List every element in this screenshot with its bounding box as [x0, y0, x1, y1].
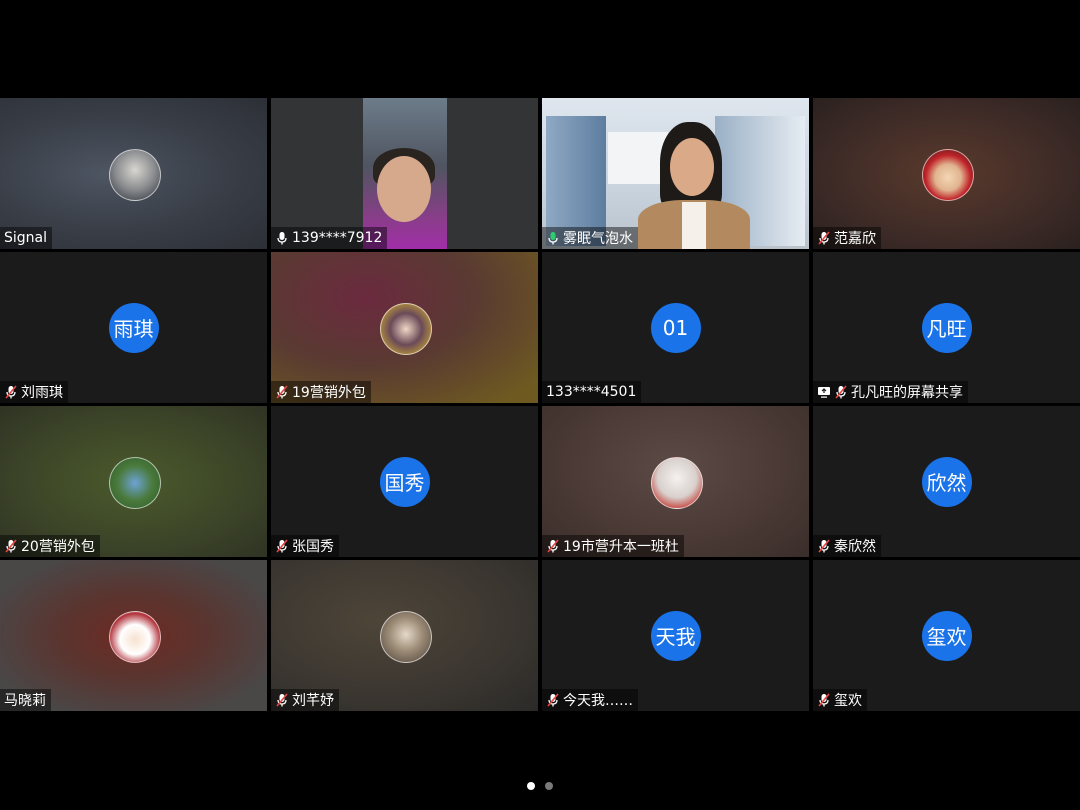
- participant-name: 20营销外包: [21, 539, 95, 555]
- page-dot[interactable]: [527, 782, 535, 790]
- mic-muted-icon: [275, 693, 289, 707]
- mic-muted-icon: [4, 539, 18, 553]
- participant-name: 范嘉欣: [834, 231, 876, 247]
- participant-name-bar: 刘芊妤: [271, 689, 339, 711]
- doll-avatar: [650, 456, 703, 509]
- participant-tile[interactable]: 凡旺孔凡旺的屏幕共享: [813, 252, 1080, 403]
- participant-tile[interactable]: 马晓莉: [0, 560, 267, 711]
- participant-name: 张国秀: [292, 539, 334, 555]
- mic-icon: [546, 231, 560, 245]
- participant-name: Signal: [4, 230, 48, 246]
- participant-name: 孔凡旺的屏幕共享: [851, 385, 963, 401]
- participant-name-bar: 马晓莉: [0, 689, 51, 711]
- page-indicator[interactable]: [0, 782, 1080, 792]
- participant-name-bar: 范嘉欣: [813, 227, 881, 249]
- avatar: 天我: [650, 610, 701, 661]
- participant-name: 刘雨琪: [21, 385, 63, 401]
- participant-name-bar: 20营销外包: [0, 535, 100, 557]
- participant-name: 雾眠气泡水: [563, 231, 633, 247]
- avatar: 01: [650, 302, 701, 353]
- participant-name-bar: 刘雨琪: [0, 381, 68, 403]
- mic-muted-icon: [834, 385, 848, 399]
- cartoon-avatar: [921, 148, 974, 201]
- mic-muted-icon: [817, 231, 831, 245]
- screen-share-icon: [817, 385, 831, 399]
- mic-muted-icon: [4, 385, 18, 399]
- participant-tile[interactable]: Signal: [0, 98, 267, 249]
- participant-tile[interactable]: 139****7912: [271, 98, 538, 249]
- participant-name-bar: 孔凡旺的屏幕共享: [813, 381, 968, 403]
- participant-tile[interactable]: 玺欢 玺欢: [813, 560, 1080, 711]
- participant-tile[interactable]: 01 133****4501: [542, 252, 809, 403]
- participant-name-bar: 玺欢: [813, 689, 867, 711]
- mic-icon: [275, 231, 289, 245]
- mic-muted-icon: [275, 385, 289, 399]
- participant-name-bar: 雾眠气泡水: [542, 227, 638, 249]
- mic-muted-icon: [275, 539, 289, 553]
- participant-grid: Signal 139****7912 雾眠气泡水 范嘉欣雨琪刘雨琪 19营销外包 01 13…: [0, 98, 1080, 712]
- flowers-avatar: [108, 456, 161, 509]
- participant-name-bar: 19营销外包: [271, 381, 371, 403]
- participant-name-bar: Signal: [0, 227, 53, 249]
- participant-name: 玺欢: [834, 693, 862, 709]
- participant-name-bar: 秦欣然: [813, 535, 881, 557]
- participant-tile[interactable]: 天我今天我……: [542, 560, 809, 711]
- cartoon-girl-avatar: [108, 610, 161, 663]
- cat-photo-avatar: [379, 610, 432, 663]
- participant-tile[interactable]: 雾眠气泡水: [542, 98, 809, 249]
- participant-tile[interactable]: 范嘉欣: [813, 98, 1080, 249]
- participant-tile[interactable]: 19营销外包: [271, 252, 538, 403]
- mic-muted-icon: [817, 539, 831, 553]
- participant-name: 秦欣然: [834, 539, 876, 555]
- avatar: 玺欢: [921, 610, 972, 661]
- mic-muted-icon: [817, 693, 831, 707]
- participant-name: 刘芊妤: [292, 693, 334, 709]
- page-dot[interactable]: [545, 782, 553, 790]
- participant-tile[interactable]: 刘芊妤: [271, 560, 538, 711]
- participant-tile[interactable]: 19市营升本一班杜: [542, 406, 809, 557]
- portrait-avatar: [379, 302, 432, 355]
- avatar: 国秀: [379, 456, 430, 507]
- participant-name: 19市营升本一班杜: [563, 539, 679, 555]
- participant-name: 133****4501: [546, 384, 637, 400]
- participant-name-bar: 19市营升本一班杜: [542, 535, 684, 557]
- participant-name: 马晓莉: [4, 693, 46, 709]
- participant-name-bar: 张国秀: [271, 535, 339, 557]
- participant-name: 今天我……: [563, 693, 633, 709]
- mic-muted-icon: [546, 693, 560, 707]
- mic-muted-icon: [546, 539, 560, 553]
- participant-name: 19营销外包: [292, 385, 366, 401]
- participant-tile[interactable]: 欣然秦欣然: [813, 406, 1080, 557]
- participant-name-bar: 今天我……: [542, 689, 638, 711]
- avatar: 欣然: [921, 456, 972, 507]
- participant-tile[interactable]: 20营销外包: [0, 406, 267, 557]
- avatar: 凡旺: [921, 302, 972, 353]
- participant-tile[interactable]: 雨琪刘雨琪: [0, 252, 267, 403]
- avatar: 雨琪: [108, 302, 159, 353]
- participant-name: 139****7912: [292, 230, 383, 246]
- participant-tile[interactable]: 国秀张国秀: [271, 406, 538, 557]
- participant-name-bar: 139****7912: [271, 227, 388, 249]
- user-photo-avatar: [108, 148, 161, 201]
- participant-name-bar: 133****4501: [542, 381, 642, 403]
